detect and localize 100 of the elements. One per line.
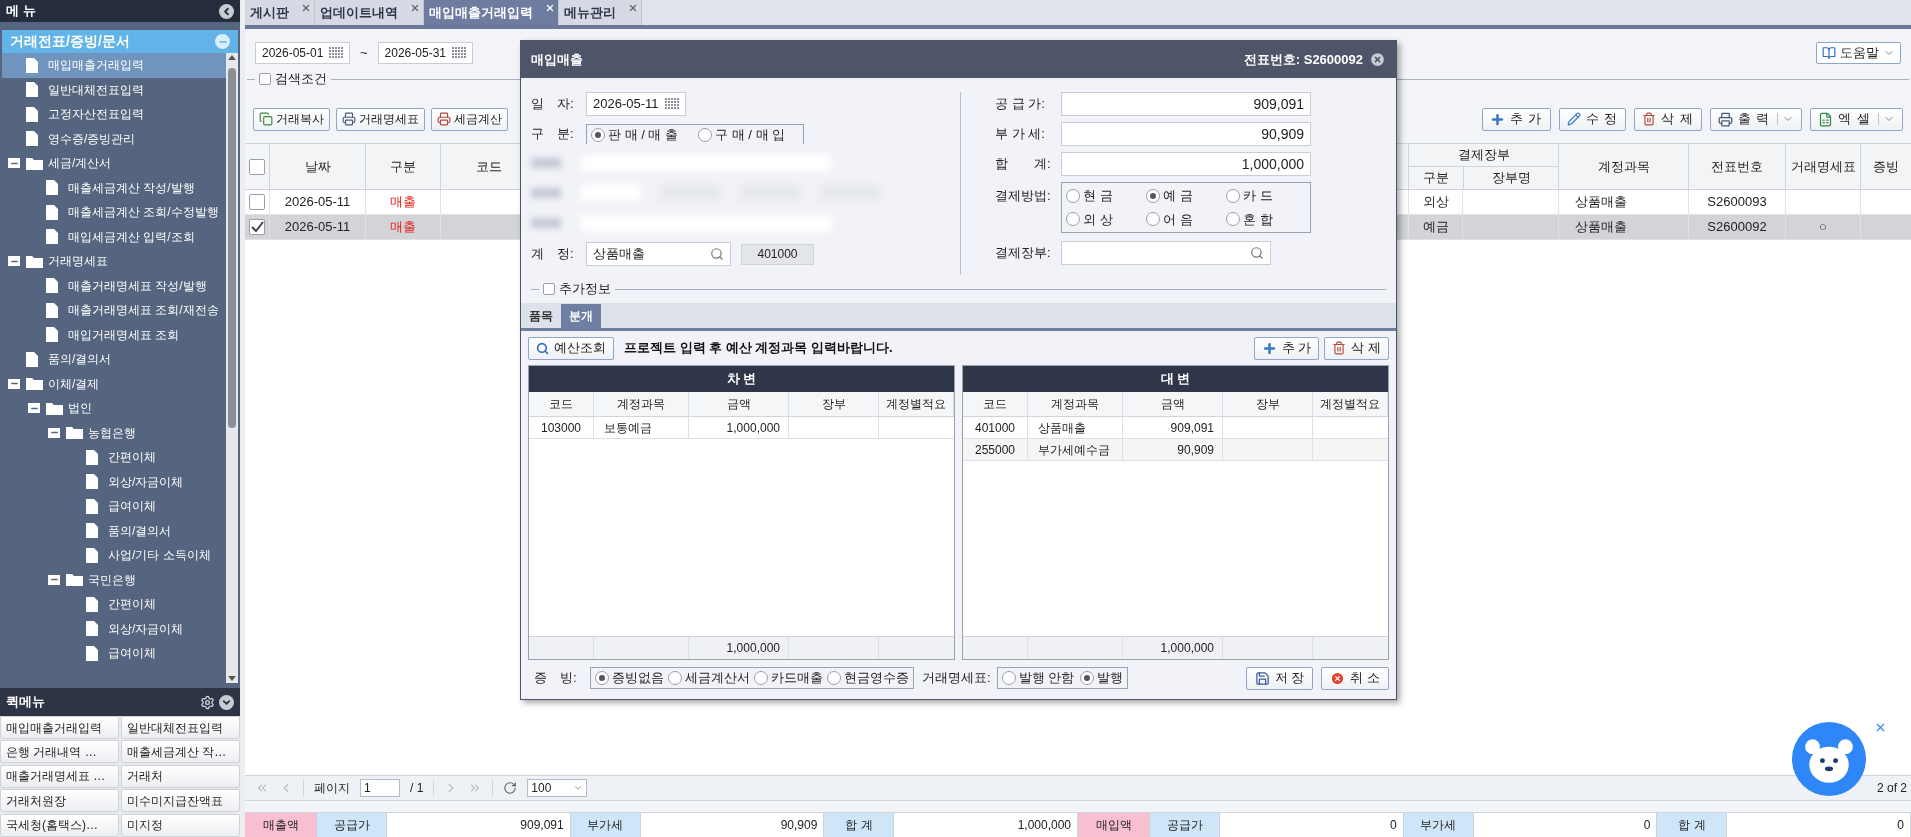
excel-button[interactable]: 엑 셀 (1810, 107, 1903, 131)
quick-menu-item[interactable]: 미수미지급잔액표 (121, 789, 240, 813)
radio-icon[interactable] (595, 671, 609, 685)
extra-info-toggle[interactable]: 추가정보 (539, 279, 615, 299)
collapse-icon[interactable] (48, 427, 60, 438)
checkbox[interactable] (249, 158, 265, 175)
date-field[interactable]: 2026-05-11 (586, 92, 686, 116)
calendar-icon[interactable] (665, 98, 679, 110)
collapse-sidebar-icon[interactable] (219, 3, 234, 19)
radio-icon[interactable] (1146, 188, 1160, 203)
quick-menu-item[interactable]: 미지정 (121, 813, 240, 837)
radio-icon[interactable] (1226, 212, 1240, 227)
help-button[interactable]: 도움말 (1816, 42, 1901, 64)
quick-menu-item[interactable]: 은행 거래내역 … (0, 740, 119, 764)
radio-icon[interactable] (698, 127, 713, 142)
amount-field[interactable]: 909,091 (1061, 92, 1311, 116)
radio-option[interactable]: 증빙없음 (595, 668, 664, 688)
toolbar-button[interactable]: 세금계산 (431, 107, 508, 131)
radio-option[interactable]: 혼 합 (1226, 209, 1306, 229)
quick-menu-item[interactable]: 매입매출거래입력 (0, 716, 119, 739)
radio-icon[interactable] (1226, 188, 1240, 203)
refresh-icon[interactable] (503, 781, 518, 795)
radio-option[interactable]: 발행 안함 (1001, 668, 1075, 688)
checkbox[interactable] (259, 73, 271, 85)
tree-item[interactable]: 고정자산전표입력 (2, 102, 226, 127)
radio-icon[interactable] (1066, 212, 1080, 227)
tree-item[interactable]: 사업/기타 소득이체 (2, 543, 226, 568)
tree-item[interactable]: 외상/자금이체 (2, 469, 226, 494)
scrollbar[interactable] (226, 53, 238, 683)
radio-icon[interactable] (1080, 671, 1095, 685)
radio-icon[interactable] (1001, 671, 1016, 685)
tree-item[interactable]: 매출세금계산 조회/수정발행 (2, 200, 226, 225)
collapse-icon[interactable] (48, 574, 60, 585)
tree-item[interactable]: 간편이체 (2, 445, 226, 470)
edit-button[interactable]: 수 정 (1558, 107, 1627, 131)
tab[interactable]: 게시판 (245, 0, 315, 25)
tree-item[interactable]: 외상/자금이체 (2, 616, 226, 641)
radio-icon[interactable] (827, 671, 841, 685)
close-tab-icon[interactable] (410, 3, 420, 13)
tree-item[interactable]: 이체/결제 (2, 371, 226, 396)
cancel-button[interactable]: 취 소 (1321, 666, 1389, 690)
radio-icon[interactable] (1066, 188, 1080, 203)
radio-icon[interactable] (591, 127, 605, 142)
calendar-icon[interactable] (451, 47, 466, 59)
radio-option[interactable]: 현금영수증 (827, 668, 909, 688)
radio-option[interactable]: 카 드 (1226, 186, 1306, 206)
tree-item[interactable]: 매입세금계산 입력/조회 (2, 224, 226, 249)
tree-item[interactable]: 품의/결의서 (2, 518, 226, 543)
ledger-field[interactable] (1061, 241, 1271, 265)
radio-option[interactable]: 판 매 / 매 출 (591, 124, 679, 145)
radio-option[interactable]: 카드매출 (754, 668, 823, 688)
tree-item[interactable]: 국민은행 (2, 567, 226, 592)
collapse-icon[interactable] (8, 158, 20, 169)
quick-menu-item[interactable]: 일반대체전표입력 (121, 716, 240, 739)
delete-button[interactable]: 삭 제 (1324, 336, 1389, 360)
radio-option[interactable]: 세금계산서 (668, 668, 750, 688)
dropdown-caret[interactable] (1878, 113, 1895, 125)
settings-icon[interactable] (200, 694, 215, 710)
search-icon[interactable] (710, 247, 724, 261)
page-size-select[interactable]: 100 (527, 779, 588, 797)
tab[interactable]: 매입매출거래입력 (424, 0, 559, 25)
tree-item[interactable]: 매출거래명세표 조회/재전송 (2, 298, 226, 323)
tree-item[interactable]: 매입거래명세표 조회 (2, 322, 226, 347)
print-button[interactable]: 출 력 (1709, 107, 1803, 131)
checkbox[interactable] (249, 194, 265, 210)
tab[interactable]: 업데이트내역 (315, 0, 424, 25)
budget-button[interactable]: 예산조회 (528, 336, 614, 360)
calendar-icon[interactable] (329, 47, 343, 59)
tree-item[interactable]: 거래명세표 (2, 249, 226, 274)
tree-item[interactable]: 세금/계산서 (2, 151, 226, 176)
tree-item[interactable]: 급여이체 (2, 494, 226, 519)
radio-option[interactable]: 예 금 (1146, 186, 1226, 206)
account-field[interactable]: 상품매출 (586, 242, 731, 266)
radio-icon[interactable] (1146, 212, 1160, 227)
radio-option[interactable]: 현 금 (1066, 186, 1146, 206)
close-icon[interactable] (1874, 721, 1887, 734)
search-icon[interactable] (1250, 246, 1264, 260)
tree-item[interactable]: 간편이체 (2, 592, 226, 617)
date-field[interactable]: 2026-05-01 (255, 42, 350, 64)
collapse-icon[interactable] (28, 403, 40, 414)
radio-option[interactable]: 발행 (1080, 668, 1124, 688)
tree-item[interactable]: 품의/결의서 (2, 347, 226, 372)
tree-item[interactable]: 매출세금계산 작성/발행 (2, 175, 226, 200)
caret-icon[interactable] (573, 783, 584, 793)
quick-menu-item[interactable]: 거래처원장 (0, 789, 119, 813)
add-button[interactable]: 추 가 (1481, 107, 1551, 131)
radio-icon[interactable] (668, 671, 682, 685)
toolbar-button[interactable]: 거래명세표 (336, 107, 425, 131)
radio-icon[interactable] (754, 671, 768, 685)
search-conditions-toggle[interactable]: 검색조건 (255, 69, 331, 89)
page-field[interactable]: 1 (360, 779, 400, 797)
add-button[interactable]: 추 가 (1253, 336, 1320, 360)
quick-menu-item[interactable]: 국세청(홈택스)… (0, 813, 119, 837)
tree-item[interactable]: 영수증/증빙관리 (2, 126, 226, 151)
chevron-down-icon[interactable] (219, 694, 234, 710)
tree-item[interactable]: 일반대체전표입력 (2, 77, 226, 102)
sub-tab[interactable]: 품목 (521, 304, 561, 328)
dropdown-caret[interactable] (1777, 113, 1795, 125)
tree-item[interactable]: 급여이체 (2, 641, 226, 666)
tree-item[interactable]: 법인 (2, 396, 226, 421)
